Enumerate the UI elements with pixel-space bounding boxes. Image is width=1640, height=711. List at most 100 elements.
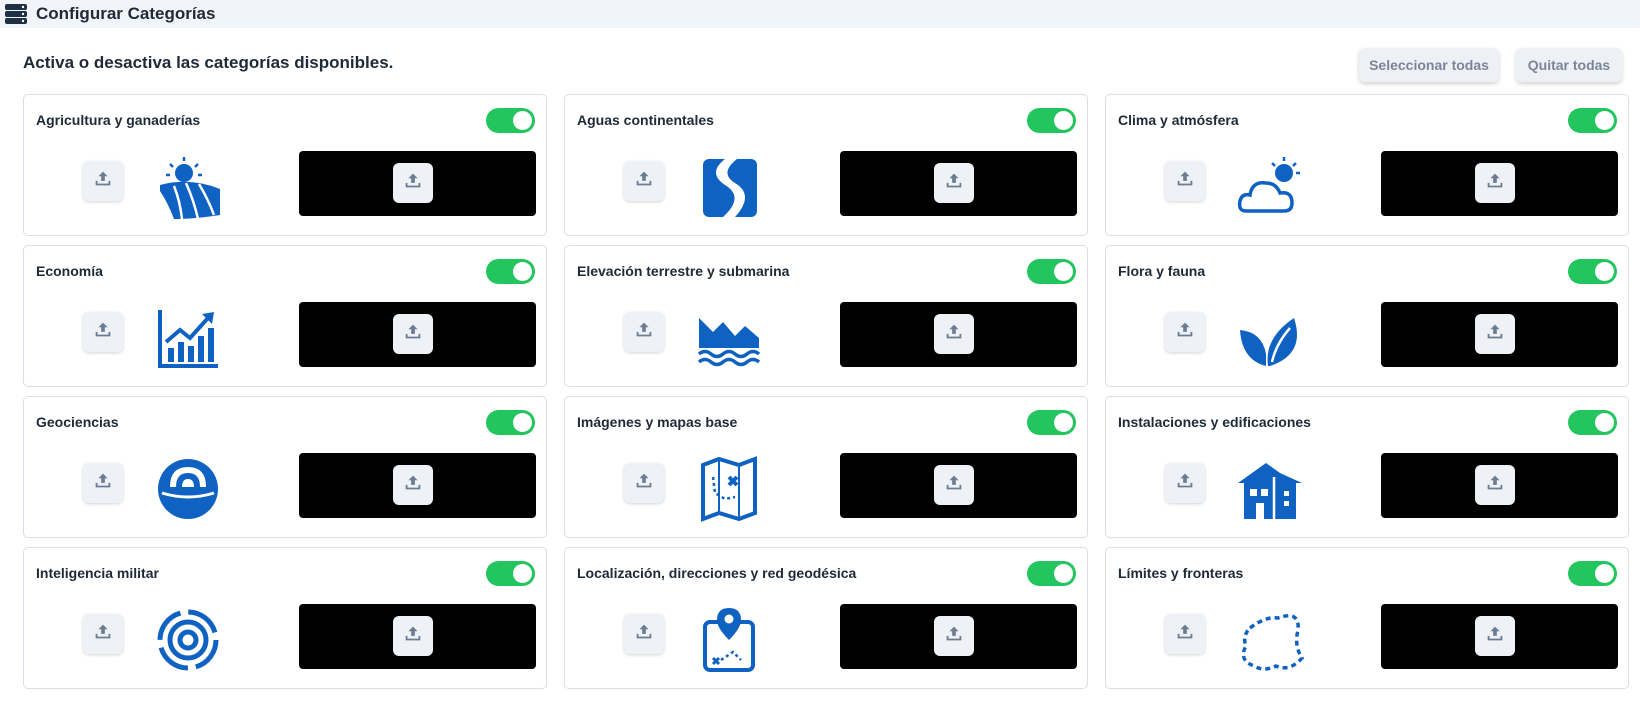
category-card: Economía [23, 245, 547, 387]
category-title: Localización, direcciones y red geodésic… [577, 565, 857, 581]
toggle-knob [1595, 262, 1614, 281]
river-icon [695, 153, 763, 221]
category-title: Elevación terrestre y submarina [577, 263, 790, 279]
upload-icon-button[interactable] [1165, 463, 1205, 503]
upload-icon [92, 621, 114, 648]
toggle-knob [513, 564, 532, 583]
image-preview-panel [1381, 302, 1618, 367]
upload-icon-button[interactable] [1165, 161, 1205, 201]
category-toggle[interactable] [1568, 410, 1617, 435]
instructions-text: Activa o desactiva las categorías dispon… [23, 53, 394, 72]
image-preview-panel [299, 302, 536, 367]
upload-icon [92, 470, 114, 497]
remove-all-button[interactable]: Quitar todas [1516, 48, 1622, 82]
toggle-knob [1595, 413, 1614, 432]
treasure-map-icon [695, 455, 763, 523]
category-card: Flora y fauna [1105, 245, 1629, 387]
upload-icon-button[interactable] [624, 614, 664, 654]
upload-icon-button[interactable] [624, 312, 664, 352]
category-toggle[interactable] [486, 410, 535, 435]
upload-image-button[interactable] [934, 465, 974, 505]
category-toggle[interactable] [1568, 108, 1617, 133]
toggle-knob [513, 262, 532, 281]
upload-icon [633, 621, 655, 648]
upload-icon [1174, 319, 1196, 346]
upload-icon-button[interactable] [1165, 312, 1205, 352]
upload-icon-button[interactable] [83, 312, 123, 352]
page-title: Configurar Categorías [36, 4, 216, 23]
category-toggle[interactable] [1568, 561, 1617, 586]
upload-image-button[interactable] [393, 465, 433, 505]
select-all-button[interactable]: Seleccionar todas [1359, 48, 1499, 82]
category-toggle[interactable] [486, 259, 535, 284]
upload-icon [943, 170, 965, 197]
upload-image-button[interactable] [393, 163, 433, 203]
category-toggle[interactable] [1027, 410, 1076, 435]
upload-image-button[interactable] [1475, 465, 1515, 505]
image-preview-panel [840, 453, 1077, 518]
category-title: Geociencias [36, 414, 119, 430]
target-icon [154, 606, 222, 674]
upload-icon [1484, 170, 1506, 197]
category-title: Aguas continentales [577, 112, 714, 128]
upload-icon [402, 170, 424, 197]
image-preview-panel [840, 151, 1077, 216]
page-header: Configurar Categorías [0, 0, 1640, 28]
upload-icon [402, 321, 424, 348]
image-preview-panel [840, 604, 1077, 669]
toggle-knob [1595, 564, 1614, 583]
toggle-knob [513, 111, 532, 130]
category-card: Localización, direcciones y red geodésic… [564, 547, 1088, 689]
category-card: Inteligencia militar [23, 547, 547, 689]
category-card: Instalaciones y edificaciones [1105, 396, 1629, 538]
image-preview-panel [840, 302, 1077, 367]
upload-icon-button[interactable] [624, 161, 664, 201]
category-toggle[interactable] [1027, 259, 1076, 284]
upload-image-button[interactable] [1475, 163, 1515, 203]
dashed-border-region-icon [1236, 606, 1305, 674]
toggle-knob [1054, 413, 1073, 432]
category-card: Imágenes y mapas base [564, 396, 1088, 538]
upload-icon [943, 623, 965, 650]
upload-icon-button[interactable] [83, 161, 123, 201]
upload-icon [92, 319, 114, 346]
upload-icon [92, 168, 114, 195]
upload-icon [633, 319, 655, 346]
upload-icon [1174, 168, 1196, 195]
upload-icon-button[interactable] [624, 463, 664, 503]
upload-image-button[interactable] [934, 163, 974, 203]
category-title: Flora y fauna [1118, 263, 1206, 279]
upload-icon [1174, 470, 1196, 497]
image-preview-panel [299, 151, 536, 216]
category-title: Inteligencia militar [36, 565, 159, 581]
category-toggle[interactable] [486, 561, 535, 586]
upload-icon-button[interactable] [83, 614, 123, 654]
upload-image-button[interactable] [934, 314, 974, 354]
upload-icon [943, 472, 965, 499]
upload-image-button[interactable] [1475, 616, 1515, 656]
toggle-knob [1595, 111, 1614, 130]
agriculture-field-sun-icon [154, 153, 222, 221]
cloud-sun-icon [1236, 153, 1304, 221]
toggle-knob [1054, 262, 1073, 281]
upload-image-button[interactable] [934, 616, 974, 656]
upload-image-button[interactable] [393, 616, 433, 656]
category-card: Clima y atmósfera [1105, 94, 1629, 236]
category-toggle[interactable] [486, 108, 535, 133]
upload-image-button[interactable] [1475, 314, 1515, 354]
category-title: Instalaciones y edificaciones [1118, 414, 1311, 430]
category-toggle[interactable] [1027, 561, 1076, 586]
upload-image-button[interactable] [393, 314, 433, 354]
category-toggle[interactable] [1027, 108, 1076, 133]
geoscience-dome-icon [154, 455, 222, 523]
category-card: Límites y fronteras [1105, 547, 1629, 689]
category-toggle[interactable] [1568, 259, 1617, 284]
category-title: Economía [36, 263, 103, 279]
category-title: Clima y atmósfera [1118, 112, 1239, 128]
growth-chart-icon [154, 304, 222, 372]
mountains-waves-icon [695, 304, 763, 372]
upload-icon-button[interactable] [83, 463, 123, 503]
image-preview-panel [1381, 604, 1618, 669]
toggle-knob [513, 413, 532, 432]
upload-icon-button[interactable] [1165, 614, 1205, 654]
